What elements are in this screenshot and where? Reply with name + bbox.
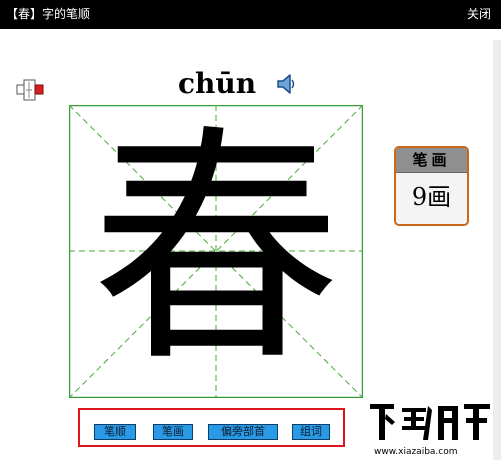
stroke-count-value: 9画: [411, 183, 452, 211]
close-button[interactable]: 关闭: [467, 6, 491, 22]
watermark-url: www.xiazaiba.com: [374, 447, 458, 457]
scrollbar-track: [493, 40, 501, 460]
radical-button[interactable]: 偏旁部首: [208, 424, 278, 440]
cursor-pointer-icon[interactable]: [15, 78, 45, 102]
title-bar: 【春】字的笔顺 关闭: [0, 0, 501, 29]
stroke-count-panel: 笔画 9画: [394, 146, 469, 226]
window-title: 【春】字的笔顺: [6, 7, 91, 21]
speaker-icon[interactable]: [275, 72, 297, 96]
stroke-order-button[interactable]: 笔顺: [94, 424, 136, 440]
stroke-count-header: 笔画: [396, 148, 467, 173]
watermark-logo: [370, 404, 490, 440]
watermark: www.xiazaiba.com: [366, 400, 496, 460]
strokes-button[interactable]: 笔画: [153, 424, 193, 440]
character-glyph: 春: [91, 104, 341, 395]
pinyin-label: chūn: [178, 67, 257, 100]
button-group: 笔顺 笔画 偏旁部首 组词: [78, 408, 345, 447]
words-button[interactable]: 组词: [292, 424, 330, 440]
